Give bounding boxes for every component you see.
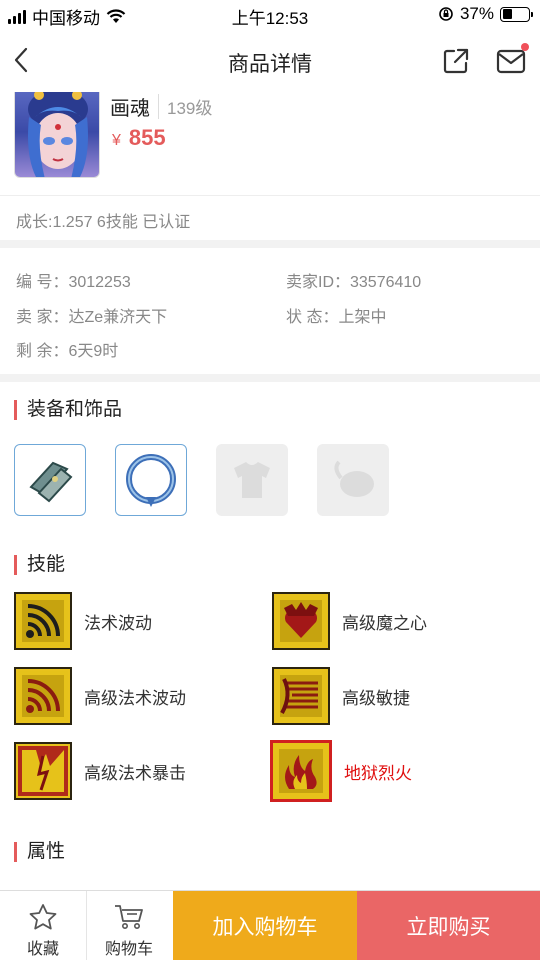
section-title-attributes: 属性: [14, 842, 65, 862]
skill-item[interactable]: 高级法术暴击: [14, 742, 186, 800]
seller-id: 卖家ID：33576410: [286, 274, 422, 291]
skill-label-highlighted: 地狱烈火: [344, 763, 412, 783]
equipment-slot-1[interactable]: [14, 444, 86, 516]
seller-name: 卖 家：达Ze兼济天下: [16, 309, 168, 326]
amulet-placeholder-icon: [334, 460, 374, 497]
product-header: 画魂 139级 ¥855: [0, 92, 540, 196]
divider: [0, 195, 540, 196]
price: ¥855: [112, 125, 166, 151]
armor-placeholder-icon: [234, 462, 270, 498]
message-button[interactable]: [495, 43, 529, 76]
favorite-button[interactable]: 收藏: [0, 891, 86, 960]
price-value: 855: [128, 125, 166, 150]
currency-symbol: ¥: [112, 132, 121, 149]
armguard-icon: [29, 461, 73, 503]
unread-dot: [521, 43, 529, 51]
equipment-slot-empty-1[interactable]: [216, 444, 288, 516]
pet-level: 139级: [158, 94, 212, 119]
skill-label: 高级法术波动: [84, 688, 186, 708]
battery-icon: [500, 6, 533, 22]
skill-item[interactable]: 高级敏捷: [272, 667, 410, 725]
skill-hellfire-icon: [270, 740, 332, 802]
nav-bar: 商品详情: [0, 30, 540, 92]
item-id: 编 号：3012253: [16, 274, 131, 291]
star-icon: [29, 904, 57, 930]
skill-heart-icon: [272, 592, 330, 650]
remaining-time: 剩 余：6天9时: [16, 343, 119, 360]
skill-item-selected[interactable]: 地狱烈火: [270, 740, 412, 802]
cart-label: 购物车: [104, 941, 153, 958]
bottom-action-bar: 收藏 购物车 加入购物车 立即购买: [0, 890, 540, 960]
ring-icon: [126, 454, 176, 507]
skill-item[interactable]: 高级法术波动: [14, 667, 186, 725]
section-title-skills: 技能: [14, 555, 65, 575]
section-gap: [0, 374, 540, 382]
equipment-slot-2[interactable]: [115, 444, 187, 516]
add-to-cart-button[interactable]: 加入购物车: [173, 891, 357, 960]
equipment-slot-empty-2[interactable]: [317, 444, 389, 516]
skill-wave-advanced-icon: [14, 667, 72, 725]
status-bar: 中国移动 上午12:53 37%: [0, 0, 540, 30]
skill-wave-icon: [14, 592, 72, 650]
orientation-lock-icon: [439, 7, 453, 21]
pet-name: 画魂: [110, 98, 150, 120]
skill-item[interactable]: 法术波动: [14, 592, 152, 650]
skill-label: 高级敏捷: [342, 688, 410, 708]
pet-avatar: [14, 92, 100, 178]
status-right: 37%: [438, 4, 533, 24]
battery-percent: 37%: [459, 4, 494, 23]
skill-label: 法术波动: [84, 613, 152, 633]
content-scroll[interactable]: 画魂 139级 ¥855 成长:1.257 6技能 已认证 编 号：301225…: [0, 92, 540, 890]
skill-label: 高级法术暴击: [84, 763, 186, 783]
growth-info: 成长:1.257 6技能 已认证: [16, 214, 191, 231]
favorite-label: 收藏: [26, 941, 59, 958]
section-title-equipment: 装备和饰品: [14, 400, 122, 420]
skill-label: 高级魔之心: [342, 613, 427, 633]
shopping-cart-icon: [115, 905, 143, 929]
cart-button[interactable]: 购物车: [86, 891, 172, 960]
share-icon[interactable]: [441, 46, 471, 76]
section-gap: [0, 240, 540, 248]
skill-critical-icon: [14, 742, 72, 800]
skill-agility-icon: [272, 667, 330, 725]
listing-state: 状 态：上架中: [286, 309, 387, 326]
buy-now-button[interactable]: 立即购买: [357, 891, 540, 960]
skill-item[interactable]: 高级魔之心: [272, 592, 427, 650]
